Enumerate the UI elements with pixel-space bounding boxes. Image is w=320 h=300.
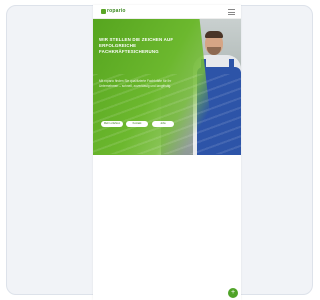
chat-icon[interactable]: + bbox=[228, 288, 238, 298]
hero-button-3[interactable]: Jobs bbox=[152, 121, 174, 127]
site-header: ropario bbox=[93, 5, 241, 19]
hero-title: Wir stellen die Zeichen auf erfolgreiche… bbox=[99, 37, 174, 55]
logo-text: ropario bbox=[107, 8, 126, 14]
logo-icon bbox=[101, 9, 106, 14]
worker-hair bbox=[205, 31, 223, 38]
hero-button-1[interactable]: Mehr erfahren bbox=[101, 121, 123, 127]
overall-strap-right bbox=[229, 59, 234, 73]
hero-button-2[interactable]: Kontakt bbox=[126, 121, 148, 127]
hero-text: Mit ropario finden Sie qualifizierte Fac… bbox=[99, 79, 172, 88]
mobile-page-preview: ropario Wir stellen die Zeichen auf erfo… bbox=[93, 5, 241, 300]
hamburger-menu-icon[interactable] bbox=[228, 9, 235, 15]
hero-section: Wir stellen die Zeichen auf erfolgreiche… bbox=[93, 19, 241, 155]
